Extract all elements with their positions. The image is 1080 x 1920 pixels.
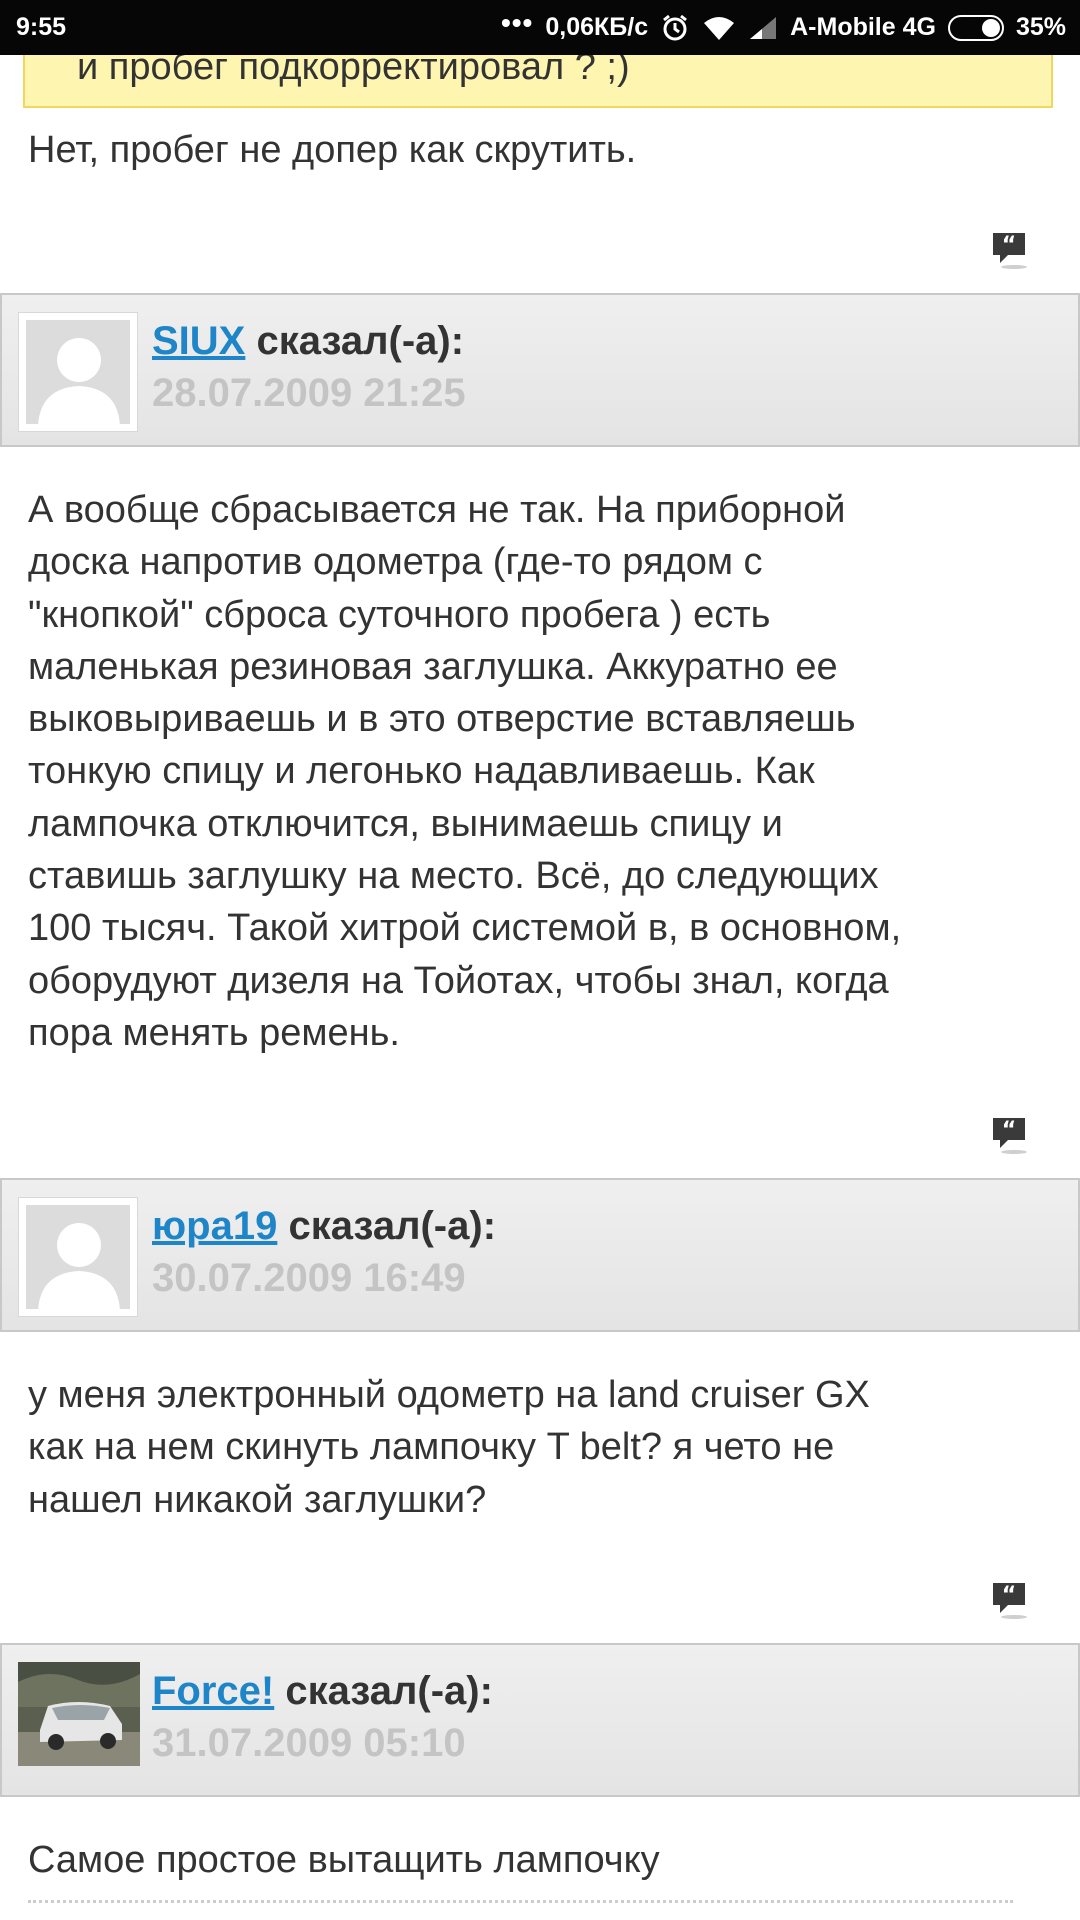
said-label: сказал(-а): [288,1204,497,1248]
alarm-icon [660,13,690,43]
default-avatar-icon [26,1205,130,1309]
post-line: "кнопкой" сброса суточного пробега ) ест… [28,593,771,636]
default-avatar-icon [26,320,130,424]
svg-text:“: “ [1002,233,1016,258]
author-link[interactable]: юра19 [152,1204,277,1248]
avatar[interactable] [18,312,138,432]
author-link[interactable]: SIUX [152,319,245,363]
avatar[interactable] [18,1197,138,1317]
post-line: маленькая резиновая заглушка. Аккуратно … [28,645,838,688]
post-date: 31.07.2009 05:10 [152,1721,466,1765]
battery-icon [947,14,1004,41]
post-line: 100 тысяч. Такой хитрой системой в, в ос… [28,907,902,950]
divider [28,1900,1013,1903]
post-line: А вообще сбрасывается не так. На приборн… [28,489,846,531]
post-body: Самое простое вытащить лампочку [28,1834,1058,1886]
post-line: тонкую спицу и легонько надавливаешь. Ка… [28,750,815,793]
post-body: А вообще сбрасывается не так. На приборн… [28,484,1058,1059]
battery-percent: 35% [1015,13,1066,41]
post-header: юра19 сказал(-а): 30.07.2009 16:49 [0,1178,1080,1332]
post-header: SIUX сказал(-а): 28.07.2009 21:25 [0,293,1080,447]
post-line: оборудуют дизеля на Тойотах, чтобы знал,… [28,959,889,1002]
quote-reply-icon[interactable]: “ [990,1115,1030,1155]
post-body: у меня электронный одометр на land cruis… [28,1369,1058,1526]
quote-reply-icon[interactable]: “ [990,230,1030,270]
quote-reply-icon[interactable]: “ [990,1580,1030,1620]
author-line: Force! сказал(-а): [152,1669,493,1714]
carrier-name: A-Mobile 4G [790,13,936,41]
post-line: лампочка отключится, вынимаешь спицу и [28,802,783,845]
post-line: нашел никакой заглушки? [28,1478,487,1521]
post-body: Нет, пробег не допер как скрутить. [28,124,1058,176]
said-label: сказал(-а): [256,319,465,363]
author-link[interactable]: Force! [152,1669,274,1713]
wifi-icon [702,14,736,42]
post-line: ставишь заглушку на место. Всё, до следу… [28,855,879,898]
status-bar: 9:55 ••• 0,06КБ/с A-Mobile 4G 35% [0,0,1080,55]
signal-icon [748,15,778,41]
post-line: выковыриваешь и в это отверстие вставляе… [28,698,856,741]
svg-text:“: “ [1002,1583,1016,1608]
status-time: 9:55 [16,13,67,41]
post-line: пора менять ремень. [28,1011,400,1054]
post-date: 30.07.2009 16:49 [152,1256,466,1300]
said-label: сказал(-а): [285,1669,493,1713]
post-date: 28.07.2009 21:25 [152,371,466,415]
notification-dots: ••• [500,6,534,38]
post-line: Нет, пробег не допер как скрутить. [28,129,637,171]
network-speed: 0,06КБ/с [545,13,649,41]
post-line: как на нем скинуть лампочку T belt? я че… [28,1426,835,1469]
svg-text:“: “ [1002,1118,1016,1143]
post-line: доска напротив одометра (где-то рядом с [28,541,763,584]
author-line: SIUX сказал(-а): [152,319,464,364]
car-photo-avatar[interactable] [18,1662,140,1766]
post-line: у меня электронный одометр на land cruis… [28,1374,870,1416]
post-header: Force! сказал(-а): 31.07.2009 05:10 [0,1643,1080,1797]
author-line: юра19 сказал(-а): [152,1204,496,1249]
post-line: Самое простое вытащить лампочку [28,1839,660,1881]
